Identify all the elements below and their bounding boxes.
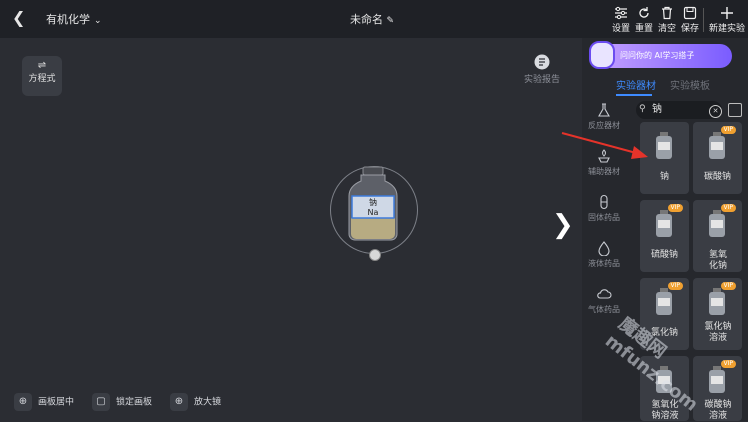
- subject-selector[interactable]: 有机化学 ⌄: [46, 11, 102, 27]
- plus-icon: [721, 7, 733, 19]
- back-icon[interactable]: ❮: [12, 10, 28, 26]
- reagent-card[interactable]: VIP 氯化钠溶液: [693, 278, 742, 350]
- bottle-icon: [709, 288, 725, 315]
- reagent-label: 钠: [659, 172, 669, 182]
- category-reaction-equipment[interactable]: 反应器材: [584, 102, 624, 131]
- settings-label: 设置: [611, 24, 630, 34]
- category-label: 液体药品: [588, 259, 620, 268]
- vip-badge: VIP: [720, 360, 736, 368]
- reagent-label: 硫酸钠: [650, 250, 678, 260]
- lock-icon: ▢: [92, 393, 110, 411]
- vip-badge: VIP: [667, 204, 683, 212]
- document-title[interactable]: 未命名 ✎: [350, 11, 394, 27]
- equation-icon: ⇌: [37, 60, 47, 71]
- edit-pencil-icon[interactable]: ✎: [387, 16, 395, 26]
- ai-banner-text: 问问你的 AI学习搭子: [620, 51, 695, 60]
- category-liquid-reagents[interactable]: 液体药品: [584, 240, 624, 269]
- subject-label: 有机化学: [46, 13, 90, 26]
- category-solid-reagents[interactable]: 固体药品: [584, 194, 624, 223]
- toolbar-divider: [703, 8, 704, 32]
- tab-equipment[interactable]: 实验器材: [616, 77, 656, 92]
- category-label: 反应器材: [588, 121, 620, 130]
- category-label: 固体药品: [588, 213, 620, 222]
- robot-icon: [589, 41, 615, 69]
- lock-canvas-label: 锁定画板: [116, 397, 153, 408]
- bottle-icon: [656, 288, 672, 315]
- report-icon: [534, 54, 550, 70]
- category-label: 辅助器材: [588, 167, 620, 176]
- search-value: 钠: [652, 104, 662, 115]
- category-gas-reagents[interactable]: 气体药品: [584, 286, 624, 315]
- cloud-icon: [597, 289, 612, 299]
- reagent-card[interactable]: VIP 碳酸钠: [693, 122, 742, 194]
- clear-label: 清空: [657, 24, 676, 34]
- crosshair-icon: ⊕: [14, 393, 32, 411]
- grid-view-icon[interactable]: [728, 103, 742, 117]
- clear-search-icon[interactable]: ✕: [709, 105, 722, 118]
- chevron-right-icon[interactable]: ❯: [552, 210, 574, 240]
- magnifier-button[interactable]: ⊕ 放大镜: [170, 393, 221, 411]
- bottle-icon: [709, 210, 725, 237]
- vip-badge: VIP: [720, 204, 736, 212]
- tab-templates[interactable]: 实验模板: [670, 77, 710, 92]
- flask-icon: [598, 103, 610, 117]
- search-icon: ⚲: [639, 104, 646, 114]
- reset-label: 重置: [634, 24, 653, 34]
- sliders-icon: [615, 6, 627, 20]
- bottle-label-formula: Na: [367, 208, 379, 217]
- center-canvas-button[interactable]: ⊕ 画板居中: [14, 393, 74, 411]
- clear-button[interactable]: 清空: [656, 6, 678, 34]
- bottle-icon: [656, 210, 672, 237]
- trash-icon: [662, 6, 672, 20]
- settings-button[interactable]: 设置: [610, 6, 632, 34]
- new-experiment-button[interactable]: 新建实验: [707, 6, 747, 34]
- equation-label: 方程式: [28, 74, 56, 84]
- save-icon: [683, 6, 697, 20]
- vip-badge: VIP: [720, 282, 736, 290]
- active-tab-indicator: [616, 94, 652, 96]
- tab-equipment-label: 实验器材: [616, 81, 656, 92]
- center-canvas-label: 画板居中: [38, 397, 75, 408]
- vip-badge: VIP: [667, 282, 683, 290]
- bottle-icon: [709, 132, 725, 159]
- capsule-icon: [600, 194, 608, 210]
- tab-templates-label: 实验模板: [670, 81, 710, 92]
- reagent-label: 氢氧化钠: [708, 250, 727, 271]
- reagent-label: 碳酸钠: [703, 172, 731, 182]
- bottle-label-name: 钠: [369, 198, 377, 207]
- lock-canvas-button[interactable]: ▢ 锁定画板: [92, 393, 152, 411]
- reagent-card[interactable]: VIP 硫酸钠: [640, 200, 689, 272]
- chevron-down-icon: ⌄: [94, 16, 102, 26]
- magnifier-label: 放大镜: [194, 397, 222, 408]
- experiment-report-button[interactable]: 实验报告: [520, 54, 564, 85]
- equation-button[interactable]: ⇌ 方程式: [22, 56, 62, 96]
- category-label: 气体药品: [588, 305, 620, 314]
- report-label: 实验报告: [523, 75, 560, 85]
- new-experiment-label: 新建实验: [708, 24, 745, 34]
- refresh-icon: [639, 7, 649, 18]
- zoom-icon: ⊕: [170, 393, 188, 411]
- save-label: 保存: [680, 24, 699, 34]
- droplet-icon: [598, 241, 610, 256]
- red-arrow-annotation: [561, 132, 648, 159]
- save-button[interactable]: 保存: [679, 6, 701, 34]
- reagent-card[interactable]: VIP 氢氧化钠: [693, 200, 742, 272]
- rotate-handle[interactable]: [369, 249, 381, 261]
- reagent-label: 氯化钠溶液: [704, 322, 732, 343]
- vip-badge: VIP: [720, 126, 736, 134]
- reset-button[interactable]: 重置: [633, 6, 655, 34]
- document-title-text: 未命名: [350, 13, 383, 26]
- bottle-icon: [656, 132, 672, 159]
